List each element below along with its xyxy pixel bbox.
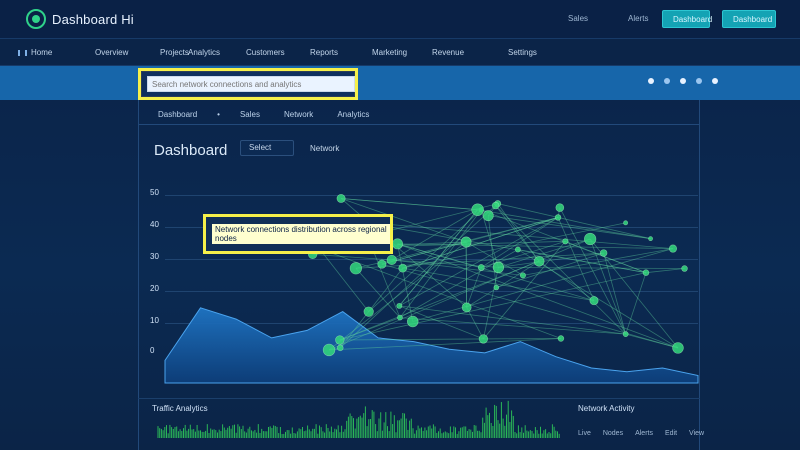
network-node	[492, 261, 505, 274]
activity-item[interactable]: Nodes	[603, 430, 623, 437]
network-edge	[645, 268, 685, 274]
activity-list: Live Nodes Alerts Edit View	[578, 430, 704, 437]
network-node	[363, 306, 374, 317]
network-node	[477, 264, 485, 271]
network-node	[377, 259, 387, 269]
network-node	[482, 210, 494, 222]
network-node	[642, 269, 650, 276]
network-node	[557, 335, 565, 342]
activity-item[interactable]: Edit	[665, 430, 677, 437]
network-node	[386, 254, 397, 265]
network-node	[461, 302, 472, 313]
network-node	[589, 296, 599, 306]
network-node	[322, 343, 336, 357]
network-node	[622, 331, 629, 338]
traffic-title: Traffic Analytics	[152, 404, 208, 413]
network-edge	[487, 215, 497, 288]
network-node	[519, 272, 526, 279]
network-node	[392, 238, 403, 250]
network-node	[672, 342, 684, 354]
network-node	[397, 314, 403, 321]
network-node	[478, 334, 489, 344]
network-node	[562, 238, 569, 245]
network-node	[681, 265, 688, 272]
network-node	[336, 194, 346, 203]
network-node	[337, 344, 344, 352]
network-node	[460, 236, 472, 248]
app-root: Dashboard Hi Sales Alerts Dashboard Dash…	[0, 0, 800, 450]
network-node	[407, 315, 419, 328]
activity-item[interactable]: View	[689, 430, 704, 437]
network-node	[493, 284, 500, 291]
activity-title: Network Activity	[578, 404, 635, 413]
network-node	[648, 236, 653, 242]
network-edge	[341, 198, 478, 211]
network-node	[623, 220, 629, 226]
activity-item[interactable]: Alerts	[635, 430, 653, 437]
network-node	[533, 255, 545, 267]
network-node	[398, 263, 408, 273]
network-tooltip: Network connections distribution across …	[203, 214, 393, 254]
network-node	[396, 302, 403, 309]
network-node	[554, 214, 562, 221]
network-node	[514, 246, 521, 253]
network-edge	[465, 241, 468, 308]
network-node	[491, 201, 500, 210]
network-node	[668, 244, 678, 253]
network-node	[599, 249, 608, 257]
network-node	[335, 335, 345, 345]
network-node	[349, 262, 363, 275]
bottom-divider	[138, 398, 700, 399]
network-area-chart	[157, 194, 699, 438]
traffic-sparkline	[157, 400, 560, 438]
network-node	[471, 203, 484, 217]
network-edge	[625, 272, 647, 335]
activity-item[interactable]: Live	[578, 430, 591, 437]
network-node	[584, 232, 597, 246]
tooltip-text: Network connections distribution across …	[212, 224, 390, 244]
network-node	[555, 203, 565, 212]
